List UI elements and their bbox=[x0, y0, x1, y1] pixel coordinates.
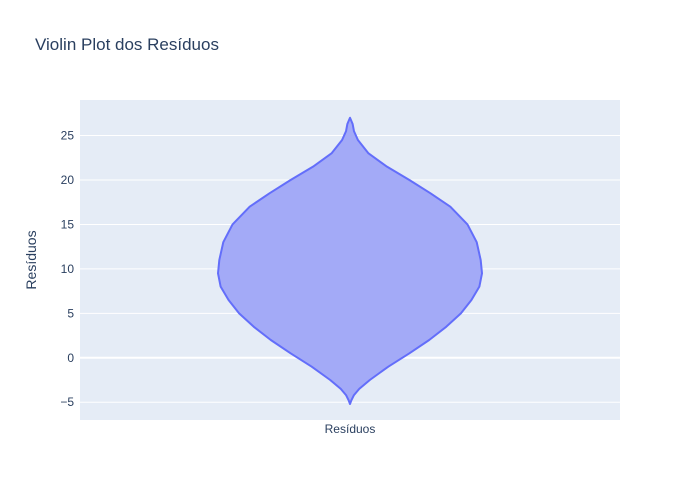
violin-chart: Violin Plot dos Resíduos −5 0 5 10 15 20 25 Re… bbox=[23, 35, 620, 436]
x-tick-label: Resíduos bbox=[325, 422, 376, 436]
y-tick-label: 5 bbox=[67, 306, 74, 320]
y-axis-title: Resíduos bbox=[23, 230, 39, 289]
chart-root: Violin Plot dos Resíduos −5 0 5 10 15 20 25 Re… bbox=[0, 0, 700, 500]
y-tick-label: 10 bbox=[61, 262, 75, 276]
y-tick-label: 20 bbox=[61, 173, 75, 187]
chart-title: Violin Plot dos Resíduos bbox=[35, 35, 219, 54]
y-tick-label: 0 bbox=[67, 351, 74, 365]
y-tick-label: −5 bbox=[60, 395, 74, 409]
y-tick-labels: −5 0 5 10 15 20 25 bbox=[60, 129, 74, 410]
y-tick-label: 25 bbox=[61, 129, 75, 143]
y-tick-label: 15 bbox=[61, 217, 75, 231]
